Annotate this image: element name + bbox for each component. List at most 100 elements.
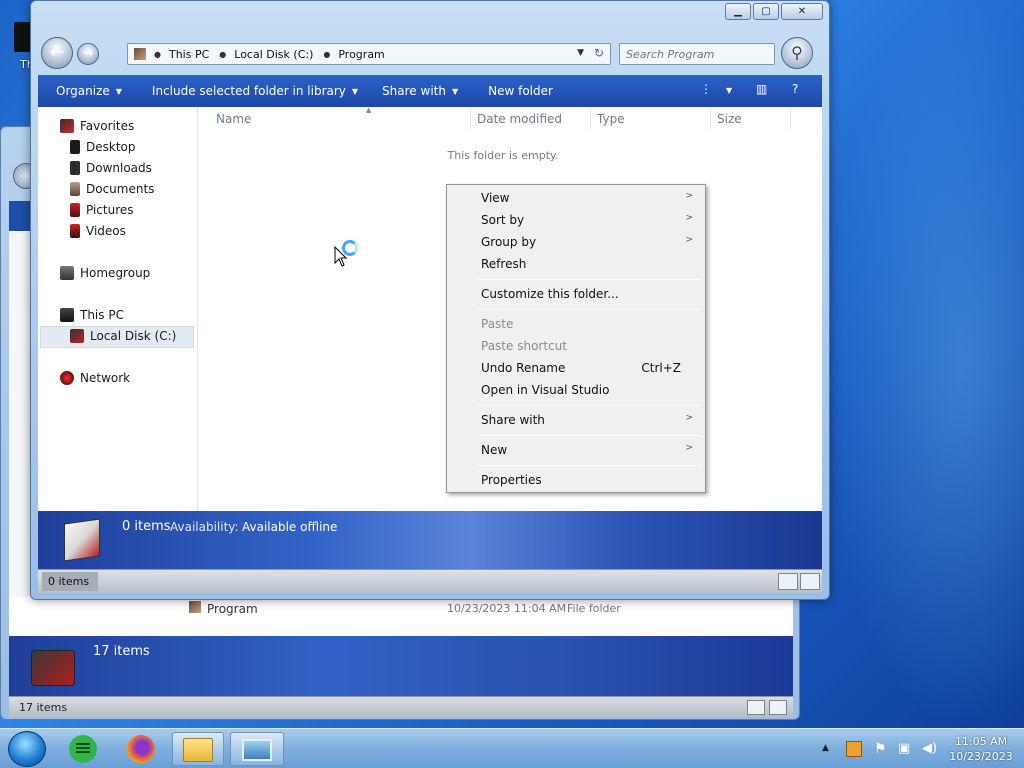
chevron-down-icon: ▼ [115, 86, 122, 96]
breadcrumb-separator-icon[interactable]: ● [219, 50, 226, 59]
status-item-count: 17 items [19, 701, 68, 714]
details-view-button[interactable] [778, 573, 798, 590]
column-header-size[interactable]: Size [717, 112, 742, 126]
nav-downloads[interactable]: Downloads [70, 161, 152, 175]
refresh-icon[interactable]: ↻ [594, 46, 604, 60]
include-in-library-label: Include selected folder in library [151, 84, 346, 98]
address-bar[interactable]: ● This PC ● Local Disk (C:) ● Program ▼ … [127, 43, 611, 65]
nav-desktop[interactable]: Desktop [70, 140, 136, 154]
nav-label: Documents [86, 182, 155, 196]
maximize-button[interactable]: ▢ [753, 3, 779, 20]
chevron-down-icon[interactable]: ▼ [577, 48, 584, 58]
menu-item-view[interactable]: View > [449, 187, 703, 209]
breadcrumb-local-disk[interactable]: Local Disk (C:) [234, 48, 313, 61]
chevron-down-icon[interactable]: ▼ [726, 86, 732, 95]
forward-button[interactable]: → [77, 43, 99, 65]
menu-separator [477, 279, 701, 280]
new-folder-button[interactable]: New folder [488, 84, 553, 98]
column-divider[interactable] [470, 107, 471, 129]
large-icons-view-button[interactable] [800, 573, 820, 590]
menu-item-properties[interactable]: Properties [449, 469, 703, 491]
menu-item-paste-shortcut[interactable]: Paste shortcut [449, 335, 703, 357]
drive-icon [64, 518, 100, 562]
clock-date: 10/23/2023 [949, 750, 1013, 763]
show-hidden-icons-icon[interactable]: ▲ [822, 743, 829, 753]
column-divider[interactable] [710, 107, 711, 129]
nav-network[interactable]: Network [60, 371, 130, 385]
notes-app-icon [69, 735, 97, 763]
status-bar: 0 items [38, 569, 822, 593]
nav-local-disk[interactable]: Local Disk (C:) [70, 329, 176, 343]
taskbar-firefox[interactable] [120, 732, 164, 766]
taskbar-notes-app[interactable] [64, 732, 102, 766]
explorer-window[interactable]: ▁ ▢ ✕ ← → ● This PC ● Local Disk (C:) ● … [30, 0, 830, 600]
column-divider[interactable] [790, 107, 791, 129]
view-options-icon[interactable]: ⋮ [700, 82, 712, 96]
organize-label: Organize [56, 84, 110, 98]
organize-button[interactable]: Organize ▼ [56, 84, 122, 98]
search-input[interactable] [619, 43, 775, 65]
close-button[interactable]: ✕ [781, 3, 823, 20]
taskbar-file-explorer[interactable] [172, 732, 224, 766]
file-list [9, 597, 793, 637]
menu-item-group-by[interactable]: Group by > [449, 231, 703, 253]
column-header-date-modified[interactable]: Date modified [477, 112, 562, 126]
nav-homegroup[interactable]: Homegroup [60, 266, 150, 280]
taskbar: ▲ ⚑ ▣ ◀) 11:05 AM 10/23/2023 [0, 728, 1024, 768]
nav-label: This PC [80, 308, 124, 322]
column-divider[interactable] [590, 107, 591, 129]
back-button[interactable]: ← [41, 37, 73, 69]
help-icon[interactable]: ? [792, 82, 798, 96]
share-with-button[interactable]: Share with ▼ [382, 84, 458, 98]
command-bar: Organize ▼ Include selected folder in lib… [38, 75, 822, 107]
nav-label: Pictures [86, 203, 134, 217]
column-header-name[interactable]: Name [216, 112, 251, 126]
menu-item-new[interactable]: New > [449, 439, 703, 461]
large-icons-view-button[interactable] [769, 700, 787, 715]
search-button[interactable]: ⚲ [781, 37, 813, 69]
menu-separator [477, 435, 701, 436]
preview-pane-icon[interactable]: ▥ [756, 82, 767, 96]
computer-icon [60, 308, 74, 322]
menu-item-customize-folder[interactable]: Customize this folder... [449, 283, 703, 305]
busy-spinner-icon [342, 240, 358, 256]
breadcrumb-this-pc[interactable]: This PC [169, 48, 209, 61]
details-item-count: 0 items [122, 519, 171, 534]
menu-label: Properties [481, 473, 542, 487]
start-button[interactable] [8, 731, 46, 767]
menu-item-sort-by[interactable]: Sort by > [449, 209, 703, 231]
nav-this-pc[interactable]: This PC [60, 308, 124, 322]
nav-videos[interactable]: Videos [70, 224, 126, 238]
nav-documents[interactable]: Documents [70, 182, 154, 196]
chevron-down-icon: ▼ [351, 86, 359, 96]
nav-label: Desktop [86, 140, 136, 154]
file-row-name[interactable]: Program [207, 602, 258, 616]
menu-item-open-in-visual-studio[interactable]: Open in Visual Studio [449, 379, 703, 401]
menu-item-paste[interactable]: Paste [449, 313, 703, 335]
tray-app-icon[interactable] [846, 741, 862, 757]
action-center-flag-icon[interactable]: ⚑ [874, 741, 890, 757]
network-status-icon[interactable]: ▣ [898, 741, 914, 757]
documents-icon [70, 182, 80, 196]
nav-favorites[interactable]: Favorites [60, 119, 134, 133]
file-row-date: 10/23/2023 11:04 AM [447, 602, 567, 615]
breadcrumb-program[interactable]: Program [338, 48, 384, 61]
details-pane: 17 items [9, 636, 793, 696]
menu-item-refresh[interactable]: Refresh [449, 253, 703, 275]
nav-pictures[interactable]: Pictures [70, 203, 134, 217]
column-header-type[interactable]: Type [597, 112, 625, 126]
taskbar-photo-viewer[interactable] [230, 732, 284, 766]
notes-lines-icon [76, 743, 90, 745]
search-icon: ⚲ [791, 43, 803, 62]
breadcrumb-separator-icon[interactable]: ● [323, 50, 330, 59]
menu-item-undo-rename[interactable]: Undo Rename Ctrl+Z [449, 357, 703, 379]
breadcrumb-separator-icon[interactable]: ● [154, 50, 161, 59]
include-in-library-button[interactable]: Include selected folder in library ▼ [152, 84, 358, 98]
menu-label: Refresh [481, 257, 527, 271]
details-view-button[interactable] [747, 700, 765, 715]
volume-icon[interactable]: ◀) [922, 741, 938, 757]
system-clock[interactable]: 11:05 AM 10/23/2023 [946, 734, 1016, 764]
favorites-icon [60, 119, 74, 133]
minimize-button[interactable]: ▁ [725, 3, 751, 20]
menu-item-share-with[interactable]: Share with > [449, 409, 703, 431]
